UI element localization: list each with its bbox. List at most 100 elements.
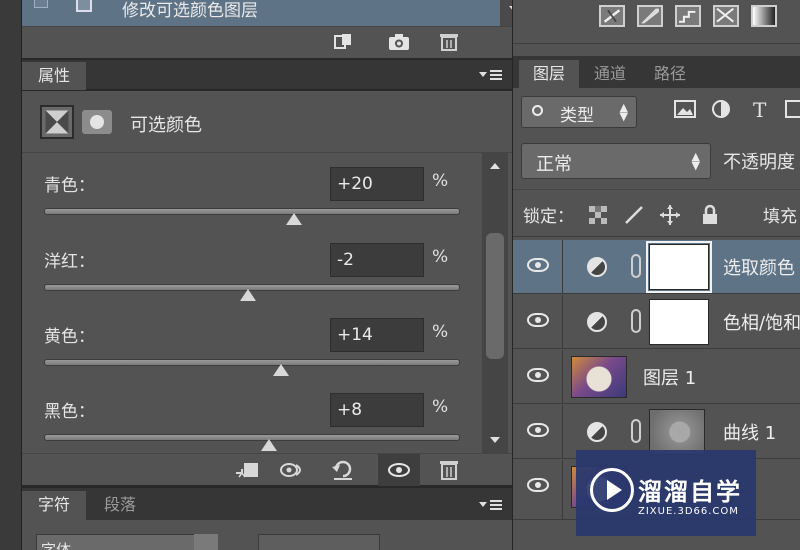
lock-position-icon[interactable] xyxy=(659,204,681,226)
shape-layer-filter-icon[interactable] xyxy=(783,98,800,120)
eye-icon[interactable] xyxy=(527,313,549,327)
scroll-down-icon[interactable] xyxy=(490,437,500,443)
link-chain-icon[interactable] xyxy=(631,419,641,443)
watermark: 溜溜自学 ZIXUE.3D66.COM xyxy=(576,450,756,536)
blend-mode-select[interactable]: 正常 ▲ ▼ xyxy=(521,143,711,179)
font-family-select[interactable]: 字体 xyxy=(36,534,218,550)
character-panel: 字体 xyxy=(22,520,512,550)
adjustments-icons-row xyxy=(513,0,800,44)
black-label: 黑色： xyxy=(44,402,95,422)
layer-row[interactable]: 图层 1 xyxy=(513,350,800,404)
layer-mask-thumbnail[interactable] xyxy=(649,409,705,455)
cyan-label: 青色： xyxy=(44,176,95,196)
black-slider-track[interactable] xyxy=(44,434,460,441)
adjustment-layer-filter-icon[interactable] xyxy=(709,98,733,120)
cyan-percent: % xyxy=(432,171,449,191)
layer-image-thumbnail[interactable] xyxy=(571,356,627,398)
font-style-select[interactable] xyxy=(258,534,380,550)
trash-icon[interactable] xyxy=(436,459,462,481)
yellow-value-input[interactable]: +14 xyxy=(330,318,424,352)
history-item[interactable]: 修改可选颜色图层 xyxy=(22,0,500,26)
camera-icon[interactable] xyxy=(388,33,410,51)
layer-name: 色相/饱和 xyxy=(723,313,800,334)
threshold-icon[interactable] xyxy=(713,5,739,27)
font-family-dropdown-button[interactable] xyxy=(194,534,218,550)
eye-icon[interactable] xyxy=(527,368,549,382)
gradient-map-icon[interactable] xyxy=(637,5,663,27)
black-value-input[interactable]: +8 xyxy=(330,393,424,427)
yellow-slider-thumb[interactable] xyxy=(273,364,290,376)
properties-header: 可选颜色 xyxy=(22,91,512,153)
view-previous-state-icon[interactable] xyxy=(280,459,306,481)
trash-icon[interactable] xyxy=(438,33,460,51)
layer-row[interactable]: 选取颜色 xyxy=(513,240,800,294)
lock-all-icon[interactable] xyxy=(699,204,721,226)
adjustment-layer-icon xyxy=(587,422,607,442)
character-tabbar: 字符 段落 xyxy=(22,488,512,520)
lock-transparent-pixels-icon[interactable] xyxy=(587,204,609,226)
history-item-label: 修改可选颜色图层 xyxy=(122,1,258,21)
vibrance-icon[interactable] xyxy=(599,5,625,27)
play-logo-icon xyxy=(590,468,634,512)
pixel-layer-filter-icon[interactable] xyxy=(673,98,697,120)
search-icon xyxy=(532,105,543,116)
watermark-url: ZIXUE.3D66.COM xyxy=(638,506,739,517)
updown-arrows-icon: ▲ ▼ xyxy=(619,101,628,123)
cyan-slider-thumb[interactable] xyxy=(285,213,302,225)
updown-arrows-icon: ▲ ▼ xyxy=(691,150,700,172)
tab-character[interactable]: 字符 xyxy=(22,491,86,520)
layer-filter-value: 类型 xyxy=(560,106,594,126)
black-slider-thumb[interactable] xyxy=(260,439,277,451)
clip-to-layer-icon[interactable] xyxy=(234,459,260,481)
tools-edge xyxy=(0,0,22,550)
properties-tabbar: 属性 xyxy=(22,60,512,90)
cyan-slider-track[interactable] xyxy=(44,208,460,215)
adjustment-layer-icon xyxy=(587,257,607,277)
type-layer-filter-icon[interactable]: T xyxy=(749,98,773,120)
gradient-fill-icon[interactable] xyxy=(751,5,777,27)
new-document-from-state-icon[interactable] xyxy=(332,33,354,51)
layer-filter-select[interactable]: 类型 ▲ ▼ xyxy=(521,96,637,128)
properties-scrollbar[interactable] xyxy=(482,153,508,453)
layer-row[interactable]: 色相/饱和 xyxy=(513,295,800,349)
scroll-up-icon[interactable] xyxy=(490,163,500,169)
tab-paths[interactable]: 路径 xyxy=(641,60,699,88)
layers-tabbar: 图层 通道 路径 xyxy=(513,56,800,88)
magenta-value-input[interactable]: -2 xyxy=(330,243,424,277)
yellow-slider-track[interactable] xyxy=(44,359,460,366)
eye-icon[interactable] xyxy=(527,478,549,492)
layer-mask-thumbnail[interactable] xyxy=(649,299,709,345)
cyan-value-input[interactable]: +20 xyxy=(330,167,424,201)
panel-menu-icon[interactable] xyxy=(478,498,504,512)
lock-label: 锁定： xyxy=(523,207,574,227)
panel-menu-icon[interactable] xyxy=(478,68,504,82)
lock-image-pixels-icon[interactable] xyxy=(623,204,645,226)
posterize-icon[interactable] xyxy=(675,5,701,27)
tab-properties[interactable]: 属性 xyxy=(22,62,86,90)
svg-text:T: T xyxy=(753,98,767,120)
properties-toolbar xyxy=(22,453,512,486)
adjustment-type-icon[interactable] xyxy=(40,105,74,139)
magenta-label: 洋红： xyxy=(44,252,95,272)
left-dock: 修改可选颜色图层 属性 可选颜色 青色： +20 % 洋红： -2 % 黄色： … xyxy=(0,0,528,550)
magenta-slider-thumb[interactable] xyxy=(239,289,256,301)
history-checkbox[interactable] xyxy=(34,0,48,8)
mask-icon[interactable] xyxy=(82,110,112,134)
blend-mode-value: 正常 xyxy=(536,154,572,175)
history-toolbar xyxy=(22,26,512,58)
reset-icon[interactable] xyxy=(330,459,356,481)
layer-mask-thumbnail[interactable] xyxy=(646,241,712,293)
tab-channels[interactable]: 通道 xyxy=(579,60,641,88)
link-chain-icon[interactable] xyxy=(631,309,641,333)
tab-paragraph[interactable]: 段落 xyxy=(90,491,150,520)
eye-icon[interactable] xyxy=(527,423,549,437)
scroll-thumb[interactable] xyxy=(486,233,504,359)
yellow-percent: % xyxy=(432,322,449,342)
magenta-percent: % xyxy=(432,247,449,267)
visibility-toggle-button[interactable] xyxy=(378,454,420,486)
black-percent: % xyxy=(432,397,449,417)
tab-layers[interactable]: 图层 xyxy=(519,60,579,88)
layer-name: 选取颜色 xyxy=(723,258,795,279)
eye-icon[interactable] xyxy=(527,258,549,272)
link-chain-icon[interactable] xyxy=(631,254,641,278)
